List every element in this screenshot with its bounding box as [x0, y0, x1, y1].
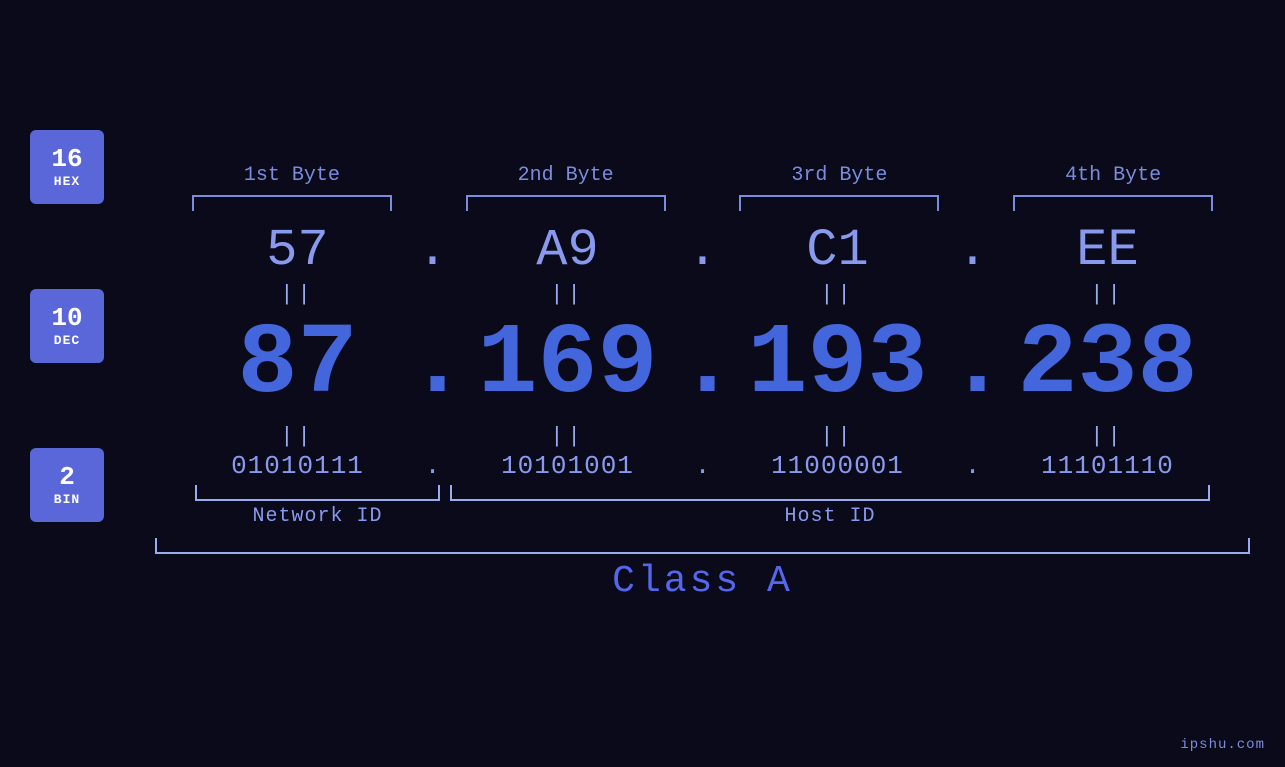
byte-header-2: 2nd Byte — [456, 164, 676, 187]
badge-hex-number: 16 — [51, 145, 82, 174]
byte-headers-row: 1st Byte 2nd Byte 3rd Byte 4th Byte — [135, 164, 1270, 187]
host-id-label: Host ID — [450, 505, 1210, 528]
equals-1-1: || — [188, 282, 408, 307]
dec-cell-1: 87 — [188, 316, 408, 416]
hex-cell-4: EE — [998, 221, 1218, 280]
dec-value-2: 169 — [477, 309, 657, 422]
hex-values-row: 57 . A9 . C1 . EE — [135, 221, 1270, 280]
hex-value-3: C1 — [806, 221, 868, 280]
bracket-bottom-network — [195, 485, 440, 501]
badge-hex: 16 HEX — [30, 130, 104, 204]
hex-cell-3: C1 — [728, 221, 948, 280]
class-label-row: Class A — [155, 560, 1250, 603]
bin-values-row: 01010111 . 10101001 . 11000001 . 1110111… — [135, 451, 1270, 481]
bracket-top-2 — [466, 195, 666, 211]
dec-cell-3: 193 — [728, 316, 948, 416]
dec-values-row: 87 . 169 . 193 . 238 — [135, 309, 1270, 422]
equals-row-2: || || || || — [135, 424, 1270, 449]
dec-value-4: 238 — [1017, 309, 1197, 422]
bracket-top-4 — [1013, 195, 1213, 211]
bin-dot-1: . — [408, 451, 458, 481]
dec-cell-4: 238 — [998, 316, 1218, 416]
watermark: ipshu.com — [1180, 737, 1265, 753]
badge-hex-label: HEX — [54, 174, 80, 189]
badge-dec: 10 DEC — [30, 289, 104, 363]
id-labels-row: Network ID Host ID — [135, 505, 1270, 528]
class-label: Class A — [612, 560, 793, 603]
top-brackets-row — [135, 195, 1270, 211]
bin-cell-2: 10101001 — [458, 451, 678, 481]
equals-row-1: || || || || — [135, 282, 1270, 307]
byte-header-1: 1st Byte — [182, 164, 402, 187]
hex-dot-3: . — [948, 221, 998, 280]
hex-cell-1: 57 — [188, 221, 408, 280]
hex-dot-1: . — [408, 221, 458, 280]
class-bracket — [155, 538, 1250, 554]
bin-dot-2: . — [678, 451, 728, 481]
hex-value-2: A9 — [536, 221, 598, 280]
bin-cell-4: 11101110 — [998, 451, 1218, 481]
bin-value-3: 11000001 — [771, 451, 904, 481]
hex-value-1: 57 — [266, 221, 328, 280]
dec-value-3: 193 — [747, 309, 927, 422]
dec-value-1: 87 — [237, 309, 357, 422]
dec-cell-2: 169 — [458, 316, 678, 416]
badge-dec-number: 10 — [51, 304, 82, 333]
bracket-top-1 — [192, 195, 392, 211]
equals-1-2: || — [458, 282, 678, 307]
bin-value-1: 01010111 — [231, 451, 364, 481]
hex-dot-2: . — [678, 221, 728, 280]
equals-1-3: || — [728, 282, 948, 307]
class-section: Class A — [135, 538, 1270, 603]
dec-dot-1: . — [408, 309, 458, 422]
hex-cell-2: A9 — [458, 221, 678, 280]
bin-cell-1: 01010111 — [188, 451, 408, 481]
bottom-brackets-container — [135, 485, 1270, 501]
dec-dot-2: . — [678, 309, 728, 422]
bin-cell-3: 11000001 — [728, 451, 948, 481]
badges-column: 16 HEX 10 DEC 2 BIN — [30, 130, 104, 522]
bracket-bottom-host — [450, 485, 1210, 501]
equals-1-4: || — [998, 282, 1218, 307]
byte-header-3: 3rd Byte — [729, 164, 949, 187]
dec-dot-3: . — [948, 309, 998, 422]
bin-value-2: 10101001 — [501, 451, 634, 481]
equals-2-4: || — [998, 424, 1218, 449]
equals-2-2: || — [458, 424, 678, 449]
bin-dot-3: . — [948, 451, 998, 481]
badge-bin-label: BIN — [54, 492, 80, 507]
main-container: 16 HEX 10 DEC 2 BIN 1st Byte 2nd Byte 3r… — [0, 0, 1285, 767]
equals-2-1: || — [188, 424, 408, 449]
bin-value-4: 11101110 — [1041, 451, 1174, 481]
bracket-top-3 — [739, 195, 939, 211]
byte-header-4: 4th Byte — [1003, 164, 1223, 187]
badge-bin-number: 2 — [59, 463, 75, 492]
badge-dec-label: DEC — [54, 333, 80, 348]
network-id-label: Network ID — [195, 505, 440, 528]
hex-value-4: EE — [1076, 221, 1138, 280]
equals-2-3: || — [728, 424, 948, 449]
badge-bin: 2 BIN — [30, 448, 104, 522]
content-area: 1st Byte 2nd Byte 3rd Byte 4th Byte 57 .… — [135, 164, 1270, 603]
